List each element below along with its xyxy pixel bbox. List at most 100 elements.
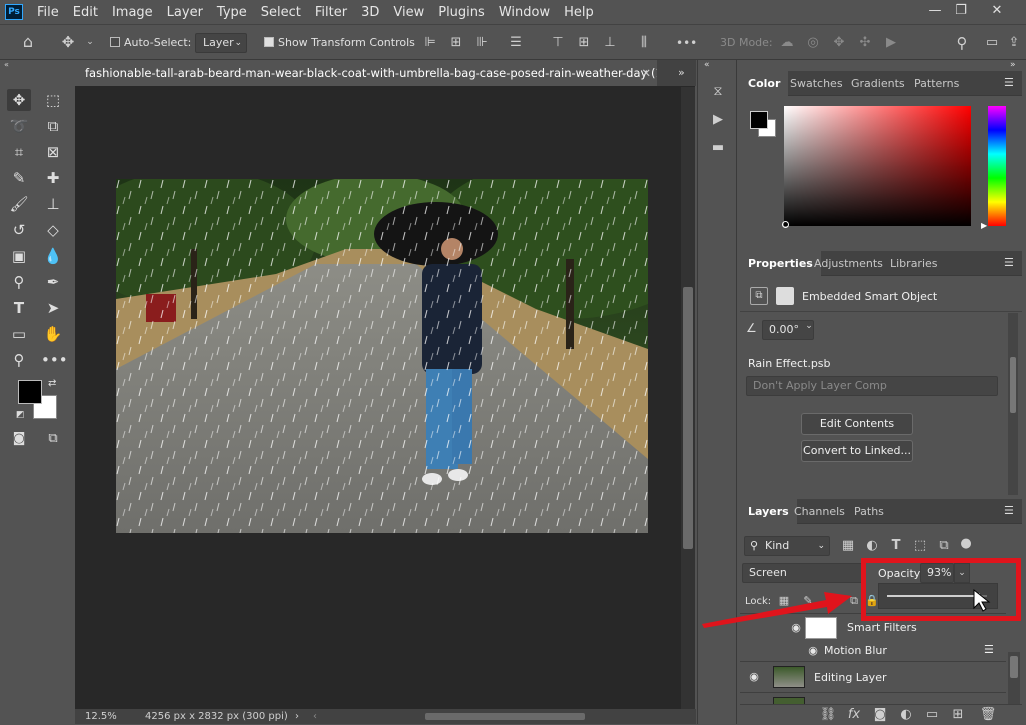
more-tools-icon[interactable]: •••	[41, 349, 68, 371]
panel-menu-icon[interactable]: ☰	[1004, 257, 1016, 269]
panel-menu-icon[interactable]: ☰	[1004, 505, 1016, 517]
hand-tool-icon[interactable]: ✋	[41, 323, 65, 345]
panel-menu-icon[interactable]: ☰	[1004, 77, 1016, 89]
tab-patterns[interactable]: Patterns	[906, 71, 967, 96]
filter-type-icon[interactable]: T	[886, 536, 906, 556]
menu-layer[interactable]: Layer	[160, 5, 210, 20]
photoshop-logo[interactable]: Ps	[5, 4, 23, 20]
align-top-icon[interactable]: ⊤	[548, 33, 568, 53]
crop-tool-icon[interactable]: ⌗	[7, 141, 31, 163]
fx-icon[interactable]: fx	[844, 705, 864, 725]
pan-3d-icon[interactable]: ✥	[829, 33, 849, 53]
zoom-level[interactable]: 12.5%	[85, 709, 117, 724]
canvas-image[interactable]	[116, 179, 648, 533]
collapse-dock-icon[interactable]: «	[704, 60, 710, 70]
convert-to-linked-button[interactable]: Convert to Linked...	[801, 440, 913, 462]
align-left-icon[interactable]: ⊫	[420, 33, 440, 53]
menu-plugins[interactable]: Plugins	[431, 5, 492, 20]
menu-type[interactable]: Type	[210, 5, 254, 20]
brush-tool-icon[interactable]: 🖌	[7, 193, 31, 215]
roll-3d-icon[interactable]: ◎	[803, 33, 823, 53]
visibility-eye-icon[interactable]: ◉	[747, 670, 761, 684]
home-icon[interactable]: ⌂	[18, 32, 38, 52]
show-transform-checkbox[interactable]: Show Transform Controls	[264, 33, 415, 53]
menu-window[interactable]: Window	[492, 5, 557, 20]
actions-play-icon[interactable]: ▶	[708, 110, 728, 130]
color-picker-handle[interactable]	[782, 221, 789, 228]
filter-shape-icon[interactable]: ⬚	[910, 536, 930, 556]
adjustment-icon[interactable]: ◐	[896, 705, 916, 725]
frame-tool-icon[interactable]: ⊠	[41, 141, 65, 163]
move-tool-icon[interactable]: ✥	[58, 32, 78, 52]
close-window-button[interactable]: ✕	[980, 0, 1014, 22]
slide-3d-icon[interactable]: ✣	[855, 33, 875, 53]
new-layer-icon[interactable]: ⊞	[948, 705, 968, 725]
menu-help[interactable]: Help	[557, 5, 601, 20]
vertical-scrollbar-thumb[interactable]	[683, 287, 693, 549]
layer-row-editing-layer[interactable]: ◉ Editing Layer	[740, 661, 1006, 692]
mask-icon[interactable]	[776, 287, 794, 305]
filter-smart-object-icon[interactable]: ⧉	[934, 536, 954, 556]
chevron-right-icon[interactable]: ›	[295, 709, 299, 724]
auto-select-target-dropdown[interactable]: Layer ⌄	[195, 33, 247, 53]
clone-stamp-tool-icon[interactable]: ⊥	[41, 193, 65, 215]
tab-gradients[interactable]: Gradients	[843, 71, 913, 96]
chevron-down-icon[interactable]: ⌄	[802, 321, 816, 339]
menu-view[interactable]: View	[386, 5, 431, 20]
layer-row-motion-blur[interactable]: ◉ Motion Blur ☰	[740, 641, 1006, 661]
panel-expand-icon[interactable]: »	[678, 66, 685, 79]
rectangle-tool-icon[interactable]: ▭	[7, 323, 31, 345]
align-center-icon[interactable]: ⊞	[446, 33, 466, 53]
align-bottom-icon[interactable]: ⊥	[600, 33, 620, 53]
document-tab[interactable]: fashionable-tall-arab-beard-man-wear-bla…	[75, 60, 657, 86]
workspace-icon[interactable]: ▭	[982, 33, 1002, 53]
menu-filter[interactable]: Filter	[308, 5, 354, 20]
orbit-3d-icon[interactable]: ☁	[777, 33, 797, 53]
close-tab-icon[interactable]: ✕	[641, 60, 651, 86]
eraser-tool-icon[interactable]: ◇	[41, 219, 65, 241]
gradient-tool-icon[interactable]: ▣	[7, 245, 31, 267]
align-middle-icon[interactable]: ⊞	[574, 33, 594, 53]
tab-swatches[interactable]: Swatches	[782, 71, 851, 96]
layers-scrollbar-thumb[interactable]	[1010, 656, 1018, 678]
collapse-tools-icon[interactable]: «	[4, 60, 24, 70]
trash-icon[interactable]: 🗑	[978, 705, 998, 725]
properties-scrollbar-thumb[interactable]	[1010, 357, 1016, 413]
hue-slider-handle[interactable]: ▶	[981, 221, 987, 230]
hue-slider[interactable]	[988, 106, 1006, 226]
layer-comp-dropdown[interactable]: Don't Apply Layer Comp	[746, 376, 998, 396]
horizontal-scrollbar-thumb[interactable]	[425, 713, 585, 720]
menu-edit[interactable]: Edit	[66, 5, 105, 20]
tab-libraries[interactable]: Libraries	[882, 251, 946, 276]
healing-brush-tool-icon[interactable]: ✚	[41, 167, 65, 189]
foreground-color-swatch-front[interactable]	[18, 380, 42, 404]
chevron-left-icon[interactable]: ‹	[313, 709, 317, 724]
screen-mode-icon[interactable]: ⧉	[41, 428, 65, 450]
visibility-eye-icon[interactable]: ◉	[806, 644, 820, 658]
comments-icon[interactable]: ▬	[708, 138, 728, 158]
type-tool-icon[interactable]: T	[7, 297, 31, 319]
filter-adjustment-icon[interactable]: ◐	[862, 536, 882, 556]
layer-row-next[interactable]	[740, 692, 1006, 705]
chevron-down-icon[interactable]: ⌄	[80, 32, 100, 52]
collapse-panels-icon[interactable]: »	[1010, 60, 1016, 70]
zoom-tool-icon[interactable]: ⚲	[7, 349, 31, 371]
search-icon[interactable]: ⚲	[952, 33, 972, 53]
menu-select[interactable]: Select	[254, 5, 308, 20]
filter-toggle-icon[interactable]: ●	[956, 534, 976, 554]
menu-3d[interactable]: 3D	[354, 5, 386, 20]
tab-channels[interactable]: Channels	[786, 499, 853, 524]
quick-mask-icon[interactable]: ◙	[7, 428, 31, 450]
lasso-tool-icon[interactable]: ➰	[7, 115, 31, 137]
checkbox-checked-icon[interactable]	[264, 37, 274, 47]
share-icon[interactable]: ⇪	[1004, 33, 1024, 53]
filter-options-icon[interactable]: ☰	[984, 643, 994, 656]
object-select-tool-icon[interactable]: ⧉	[41, 115, 65, 137]
layer-thumbnail[interactable]	[773, 666, 805, 688]
layer-filter-dropdown[interactable]: ⚲ Kind ⌄	[744, 536, 830, 556]
restore-button[interactable]: ❐	[944, 0, 978, 22]
eyedropper-tool-icon[interactable]: ✎	[7, 167, 31, 189]
move-tool-icon[interactable]: ✥	[7, 89, 31, 111]
marquee-tool-icon[interactable]: ⬚	[41, 89, 65, 111]
tab-adjustments[interactable]: Adjustments	[806, 251, 891, 276]
